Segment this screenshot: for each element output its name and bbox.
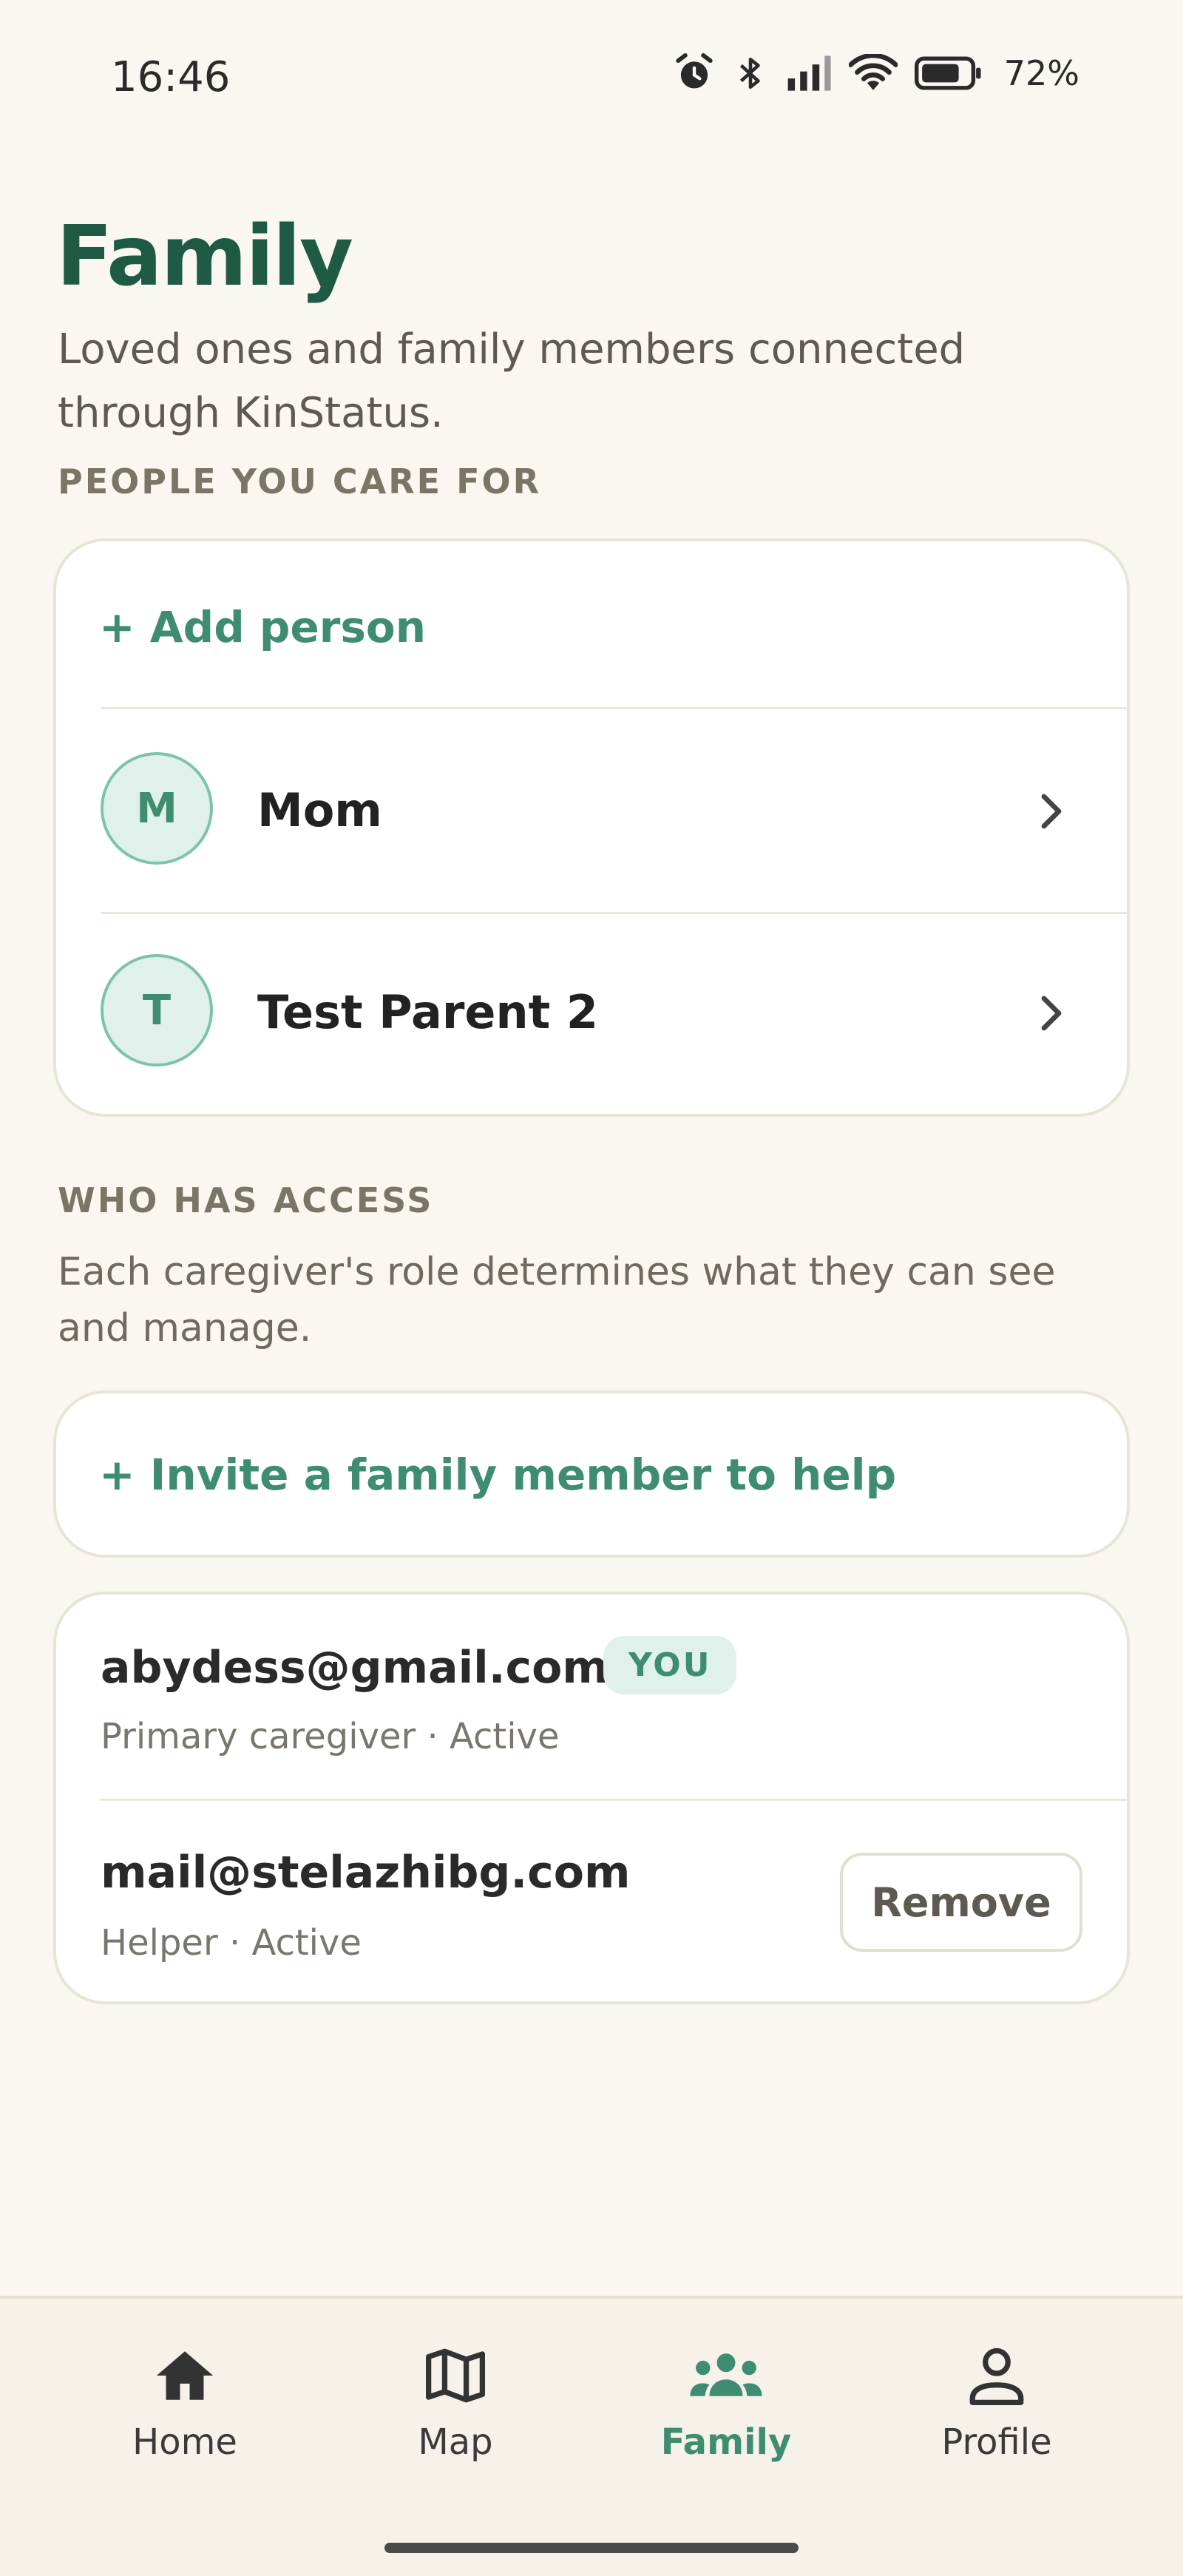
nav-family[interactable]: Family: [608, 2346, 844, 2463]
page-subtitle: Loved ones and family members connected …: [58, 325, 966, 437]
profile-icon: [969, 2347, 1024, 2405]
nav-label: Profile: [941, 2421, 1052, 2463]
member-row: mail@stelazhibg.com Helper · Active Remo…: [56, 1801, 1127, 2001]
member-role: Helper · Active: [101, 1922, 362, 1964]
avatar: T: [101, 954, 213, 1066]
nav-map[interactable]: Map: [337, 2346, 574, 2463]
access-description: Each caregiver's role determines what th…: [58, 1250, 1056, 1350]
nav-label: Map: [418, 2421, 493, 2463]
nav-label: Family: [660, 2421, 792, 2463]
page-title: Family: [56, 209, 353, 305]
battery-icon: [914, 56, 981, 90]
bluetooth-icon: [739, 57, 760, 89]
section-label-people: PEOPLE YOU CARE FOR: [58, 462, 542, 501]
person-row-test-parent-2[interactable]: T Test Parent 2: [56, 914, 1127, 1114]
chevron-right-icon: [1041, 995, 1062, 1031]
chevron-right-icon: [1041, 794, 1062, 829]
nav-profile[interactable]: Profile: [878, 2346, 1115, 2463]
nav-label: Home: [132, 2421, 237, 2463]
avatar: M: [101, 752, 213, 865]
member-role: Primary caregiver · Active: [101, 1716, 560, 1757]
home-indicator: [384, 2543, 799, 2553]
person-row-mom[interactable]: M Mom: [56, 709, 1127, 912]
nav-home[interactable]: Home: [67, 2346, 303, 2463]
you-badge: YOU: [603, 1636, 737, 1694]
alarm-icon: [676, 53, 713, 89]
remove-member-button[interactable]: Remove: [840, 1853, 1082, 1952]
add-person-row[interactable]: + Add person: [56, 541, 1127, 707]
home-icon: [156, 2351, 214, 2400]
status-time: 16:46: [111, 53, 231, 101]
person-name: Test Parent 2: [257, 985, 598, 1039]
invite-card[interactable]: + Invite a family member to help: [53, 1390, 1130, 1558]
members-card: abydess@gmail.com YOU Primary caregiver …: [53, 1592, 1130, 2004]
people-card: + Add person M Mom T Test Parent 2: [53, 538, 1130, 1117]
bottom-navigation: Home Map Family Profile: [0, 2296, 1183, 2576]
person-name: Mom: [257, 783, 382, 837]
battery-percent: 72%: [1003, 53, 1079, 93]
section-label-access: WHO HAS ACCESS: [58, 1180, 434, 1220]
member-email: abydess@gmail.com: [101, 1642, 609, 1694]
wifi-icon: [848, 54, 898, 90]
add-person-button[interactable]: + Add person: [99, 602, 426, 652]
map-icon: [426, 2348, 485, 2403]
status-icons: 72%: [673, 52, 1079, 95]
member-email: mail@stelazhibg.com: [101, 1847, 631, 1899]
family-icon: [690, 2353, 762, 2396]
invite-member-button[interactable]: + Invite a family member to help: [99, 1450, 896, 1500]
status-bar: 16:46 72%: [0, 0, 1183, 163]
member-row: abydess@gmail.com YOU Primary caregiver …: [56, 1595, 1127, 1800]
signal-icon: [787, 55, 831, 91]
